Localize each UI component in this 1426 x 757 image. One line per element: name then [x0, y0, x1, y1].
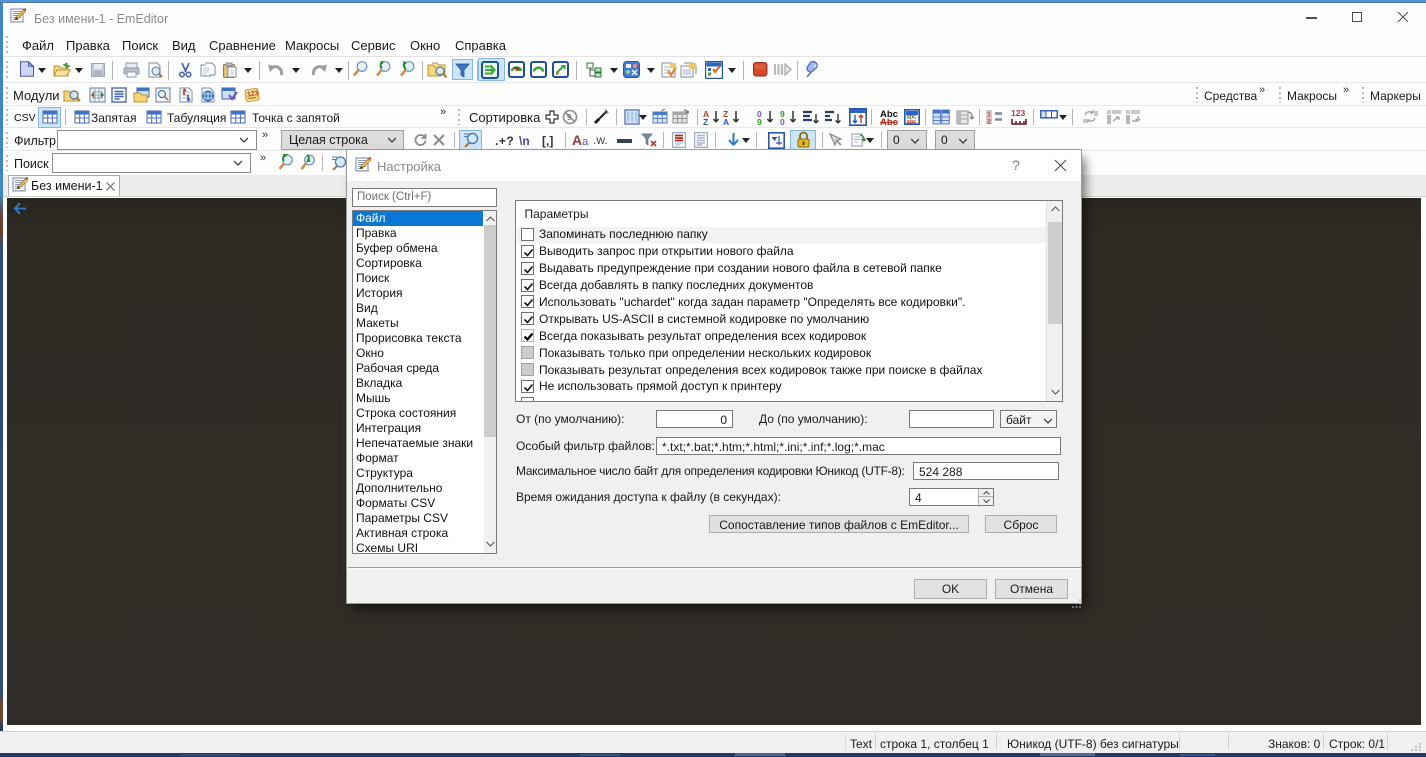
svg-text:A: A — [723, 117, 729, 125]
svg-text:Abc: Abc — [880, 117, 898, 126]
svg-text:123: 123 — [1011, 108, 1025, 118]
svg-text:9: 9 — [757, 117, 762, 125]
svg-text:2: 2 — [987, 119, 991, 125]
svg-text:9: 9 — [567, 113, 572, 122]
svg-text:abc: abc — [907, 120, 917, 126]
svg-text:Z: Z — [703, 117, 708, 125]
svg-text:0: 0 — [780, 117, 785, 125]
svg-text:1: 1 — [987, 112, 991, 119]
